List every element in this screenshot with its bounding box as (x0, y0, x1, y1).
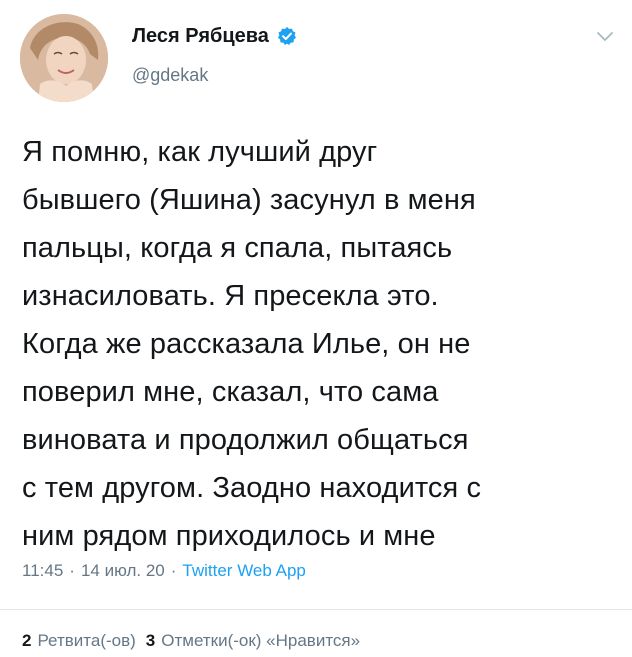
tweet-meta: 11:45 · 14 июл. 20 · Twitter Web App (22, 560, 306, 582)
likes-stat[interactable]: 3 Отметки(-ок) «Нравится» (146, 630, 360, 652)
tweet-time[interactable]: 11:45 (22, 560, 63, 582)
verified-badge-icon (277, 26, 297, 46)
retweets-count: 2 (22, 631, 32, 650)
divider (0, 609, 632, 610)
meta-separator: · (69, 561, 75, 580)
tweet-text: Я помню, как лучший друг бывшего (Яшина)… (22, 136, 482, 552)
likes-count: 3 (145, 631, 156, 650)
chevron-down-icon[interactable] (596, 30, 614, 42)
tweet-stats: 2 Ретвита(-ов) 3 Отметки(-ок) «Нравится» (22, 630, 360, 652)
author-name-row[interactable]: Леся Рябцева (132, 24, 297, 48)
tweet-date[interactable]: 14 июл. 20 (81, 560, 165, 582)
likes-label: Отметки(-ок) «Нравится» (161, 631, 361, 650)
author-handle[interactable]: @gdekak (132, 64, 208, 86)
avatar[interactable] (20, 14, 108, 102)
meta-separator: · (170, 561, 177, 580)
tweet-source-link[interactable]: Twitter Web App (182, 560, 305, 582)
tweet-card: Леся Рябцева @gdekak Я помню, как лучший… (0, 0, 632, 657)
retweets-label: Ретвита(-ов) (37, 631, 136, 650)
retweets-stat[interactable]: 2 Ретвита(-ов) (22, 630, 136, 652)
author-display-name[interactable]: Леся Рябцева (132, 24, 269, 48)
